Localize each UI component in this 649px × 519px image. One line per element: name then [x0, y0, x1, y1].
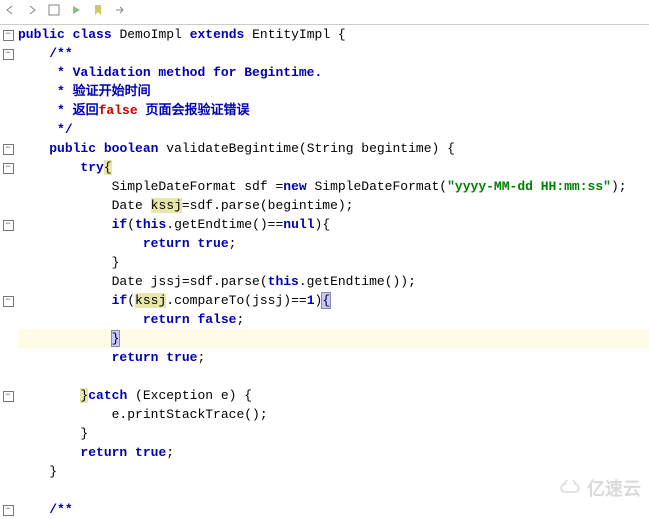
code-line [18, 481, 649, 500]
fold-icon[interactable]: − [3, 144, 14, 155]
cloud-icon [559, 480, 583, 496]
code-line: }catch (Exception e) { [18, 386, 649, 405]
code-line: */ [18, 120, 649, 139]
fold-icon[interactable]: − [3, 30, 14, 41]
code-line: * Validation method for Begintime. [18, 63, 649, 82]
editor-content[interactable]: public class DemoImpl extends EntityImpl… [16, 25, 649, 519]
nav-back-icon[interactable] [4, 3, 16, 22]
brace-match: } [112, 331, 120, 346]
code-line: * 返回false 页面会报验证错误 [18, 101, 649, 120]
code-line: } [18, 253, 649, 272]
code-line: /** [18, 44, 649, 63]
code-line: return false; [18, 310, 649, 329]
code-line: if(this.getEndtime()==null){ [18, 215, 649, 234]
brace-match: { [322, 293, 330, 308]
code-line: e.printStackTrace(); [18, 405, 649, 424]
editor-toolbar [0, 0, 649, 25]
step-icon[interactable] [114, 3, 126, 22]
code-line: public boolean validateBegintime(String … [18, 139, 649, 158]
code-line: try{ [18, 158, 649, 177]
nav-forward-icon[interactable] [26, 3, 38, 22]
code-line: } [18, 424, 649, 443]
code-line: SimpleDateFormat sdf =new SimpleDateForm… [18, 177, 649, 196]
fold-icon[interactable]: − [3, 163, 14, 174]
code-line: return true; [18, 443, 649, 462]
fold-icon[interactable]: − [3, 296, 14, 307]
fold-icon[interactable]: − [3, 505, 14, 516]
code-line: /** [18, 500, 649, 519]
code-editor[interactable]: − − − − − − − − public class DemoImpl ex… [0, 25, 649, 519]
code-line: public class DemoImpl extends EntityImpl… [18, 25, 649, 44]
code-line: return true; [18, 234, 649, 253]
bookmark-icon[interactable] [92, 3, 104, 22]
code-line: Date kssj=sdf.parse(begintime); [18, 196, 649, 215]
fold-icon[interactable]: − [3, 391, 14, 402]
fold-gutter: − − − − − − − − [0, 25, 16, 519]
fold-icon[interactable]: − [3, 220, 14, 231]
code-line [18, 367, 649, 386]
code-line: } [18, 462, 649, 481]
code-line: * 验证开始时间 [18, 82, 649, 101]
code-line: Date jssj=sdf.parse(this.getEndtime()); [18, 272, 649, 291]
watermark: 亿速云 [559, 475, 641, 501]
code-line: return true; [18, 348, 649, 367]
fold-icon[interactable]: − [3, 49, 14, 60]
code-line: if(kssj.compareTo(jssj)==1){ [18, 291, 649, 310]
overview-icon[interactable] [48, 3, 60, 22]
current-line: } [18, 329, 649, 348]
run-icon[interactable] [70, 3, 82, 22]
